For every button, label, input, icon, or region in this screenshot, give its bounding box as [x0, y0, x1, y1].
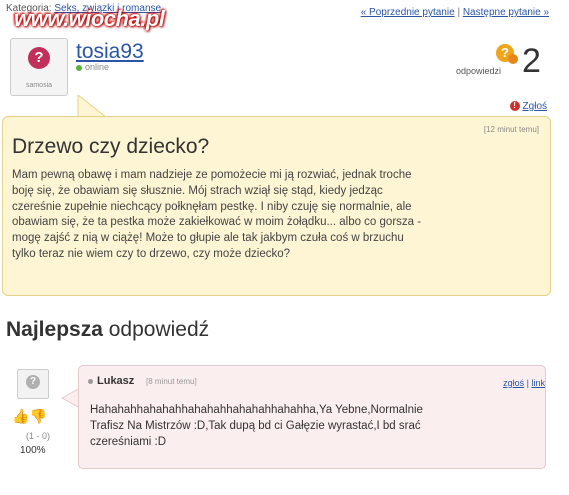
report-icon: !: [509, 101, 520, 112]
asker-username[interactable]: tosia93: [76, 40, 144, 64]
answer-author-link[interactable]: Lukasz: [97, 375, 134, 387]
question-time: [12 minut temu]: [483, 125, 539, 134]
report-label: Zgłoś: [522, 101, 547, 112]
answer-links: zgłoś | link: [503, 378, 545, 388]
answer-time: [8 minut temu]: [146, 377, 197, 386]
nav-separator: |: [457, 7, 461, 18]
question-body: Mam pewną obawę i mam nadzieje ze pomoże…: [12, 169, 422, 260]
answer-body: Hahahahhahahahhahahahhahahahhahahha,Ya Y…: [90, 404, 423, 448]
best-answer-heading-bold: Najlepsza: [6, 318, 103, 341]
answers-icon-bubble: [508, 54, 518, 64]
thumb-up-icon[interactable]: 👍: [12, 408, 29, 424]
best-answer-heading: Najlepsza odpowiedź: [6, 318, 209, 342]
answer-permalink[interactable]: link: [531, 378, 545, 388]
author-bullet-icon: [88, 378, 93, 384]
answerer-avatar-icon: ?: [26, 375, 40, 389]
question-navigation: « Poprzednie pytanie | Następne pytanie …: [361, 7, 549, 18]
thumb-down-icon[interactable]: 👎: [29, 408, 46, 424]
prev-question-link[interactable]: « Poprzednie pytanie: [361, 7, 455, 18]
vote-count: (1 - 0): [26, 431, 51, 441]
online-dot-icon: [76, 64, 82, 71]
answers-label: odpowiedzi: [456, 66, 502, 76]
answers-count: 2: [522, 42, 541, 80]
online-status: online: [76, 62, 109, 72]
watermark: www.wiocha.pl: [14, 6, 165, 31]
answer-author: Lukasz: [88, 375, 134, 387]
report-answer-link[interactable]: zgłoś: [503, 378, 524, 388]
samosia-logo-icon: ?: [28, 47, 50, 69]
question-title: Drzewo czy dziecko?: [12, 135, 210, 158]
answer-links-separator: |: [526, 378, 529, 388]
vote-percent: 100%: [20, 445, 46, 456]
vote-thumbs: 👍👎: [12, 408, 47, 425]
report-question-link[interactable]: ! Zgłoś: [509, 101, 547, 112]
next-question-link[interactable]: Następne pytanie »: [463, 7, 549, 18]
asker-avatar[interactable]: ? samosia: [10, 38, 68, 96]
best-answer-heading-rest: odpowiedź: [108, 318, 210, 341]
online-label: online: [85, 62, 110, 72]
avatar-caption: samosia: [25, 82, 53, 89]
answerer-avatar[interactable]: ?: [17, 369, 49, 399]
